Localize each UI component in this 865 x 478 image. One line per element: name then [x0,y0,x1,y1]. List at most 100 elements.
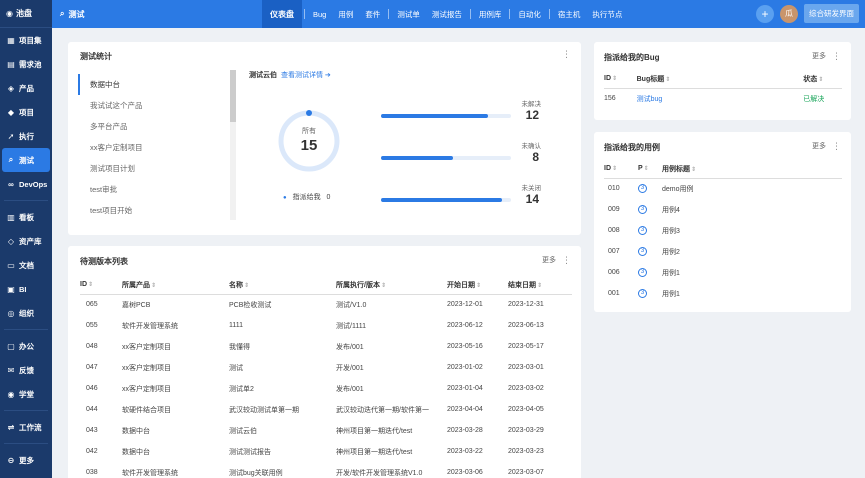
card-menu-icon[interactable]: ⋮ [832,51,841,62]
case-title-link[interactable]: demo用例 [662,186,694,193]
card-menu-icon[interactable]: ⋮ [562,255,571,266]
sort-icon[interactable]: ⇕ [244,283,249,289]
switch-view-button[interactable]: 综合研发界面 [804,4,859,23]
sidebar-item-15[interactable]: ⇌ 工作流 [0,415,52,439]
table-row[interactable]: 044 软硬件结合项目 武汉较动测试单第一期 武汉较动迭代第一期/软件第一 2023-0… [80,399,572,420]
tab-2[interactable]: 用例 [332,0,359,28]
sidebar-item-7[interactable]: ▥ 看板 [0,205,52,229]
column-header[interactable]: 用例标题⇕ [662,160,842,179]
table-row[interactable]: 042 数据中台 测试测试报告 神州项目第一期迭代/test 2023-03-22 202… [80,441,572,462]
bug-title-link[interactable]: 测试bug [637,96,663,103]
table-row[interactable]: 156 测试bug 已解决 [604,88,842,109]
table-row[interactable]: 009 3 用例4 [604,199,842,220]
table-row[interactable]: 048 xx客户定制项目 我懂得 发布/001 2023-05-16 2023-05-17 [80,336,572,357]
sort-icon[interactable]: ⇕ [612,76,617,82]
tab-1[interactable]: Bug [307,0,332,28]
product-list-item[interactable]: xx客户定制项目 [78,137,228,158]
sort-icon[interactable]: ⇕ [612,166,617,172]
sidebar-item-6[interactable]: ∞ DevOps [0,172,52,196]
sort-icon[interactable]: ⇕ [691,167,696,173]
sidebar-item-9[interactable]: ▭ 文档 [0,253,52,277]
sidebar-item-11[interactable]: ◎ 组织 [0,301,52,325]
sort-icon[interactable]: ⇕ [151,283,156,289]
more-link[interactable]: 更多 [542,255,556,266]
sidebar-item-10[interactable]: ▣ BI [0,277,52,301]
tab-7[interactable]: 自动化 [512,0,547,28]
case-title-link[interactable]: 用例1 [662,291,680,298]
column-header[interactable]: ID⇕ [80,276,122,295]
column-header[interactable]: Bug标题⇕ [636,70,804,89]
sidebar-item-5[interactable]: ⌕ 测试 [2,148,50,172]
search-icon: ⌕ [60,9,65,18]
case-title-link[interactable]: 用例2 [662,249,680,256]
column-header[interactable]: ID⇕ [604,160,638,179]
column-header[interactable]: P⇕ [638,160,662,179]
product-list-item[interactable]: 数据中台 [78,74,228,95]
case-title-link[interactable]: 用例4 [662,207,680,214]
tab-0[interactable]: 仪表盘 [262,0,302,28]
product-icon: ◈ [7,83,15,93]
sidebar-item-0[interactable]: ▦ 项目集 [0,28,52,52]
sidebar-item-1[interactable]: ▤ 需求池 [0,52,52,76]
view-details-link[interactable]: 查看测试详情 ➔ [281,72,331,79]
sidebar-logo[interactable]: ◉ 池盘 [0,0,52,28]
tab-8[interactable]: 宿主机 [552,0,587,28]
tab-9[interactable]: 执行节点 [586,0,628,28]
sort-icon[interactable]: ⇕ [381,283,386,289]
sidebar-item-4[interactable]: ➚ 执行 [0,124,52,148]
table-row[interactable]: 043 数据中台 测试云伯 神州项目第一期迭代/test 2023-03-28 2023-… [80,420,572,441]
sort-icon[interactable]: ⇕ [476,283,481,289]
product-list-item[interactable]: 我试试这个产品 [78,95,228,116]
more-link[interactable]: 更多 [812,51,826,62]
sidebar-item-3[interactable]: ◆ 项目 [0,100,52,124]
sort-icon[interactable]: ⇕ [818,77,823,83]
sort-icon[interactable]: ⇕ [644,166,649,172]
card-menu-icon[interactable]: ⋮ [832,141,841,152]
more-icon: ⊖ [7,455,15,465]
product-list-scrollbar[interactable] [230,70,236,220]
column-header[interactable]: 状态⇕ [803,70,842,89]
more-link[interactable]: 更多 [812,141,826,152]
scrollbar-thumb[interactable] [230,70,236,122]
product-list-item[interactable]: 测试项目计划 [78,158,228,179]
sidebar-item-label: 文档 [19,260,34,270]
table-row[interactable]: 010 3 demo用例 [604,178,842,199]
sort-icon[interactable]: ⇕ [665,77,670,83]
table-row[interactable]: 047 xx客户定制项目 测试 开发/001 2023-01-02 2023-03-01 [80,357,572,378]
column-header[interactable]: 结束日期⇕ [508,276,572,295]
sidebar-item-12[interactable]: ▢ 办公 [0,334,52,358]
sidebar-item-14[interactable]: ◉ 学堂 [0,382,52,406]
add-button[interactable]: + [756,4,774,23]
column-header[interactable]: 所属产品⇕ [122,276,229,295]
tab-4[interactable]: 测试单 [391,0,426,28]
table-row[interactable]: 008 3 用例3 [604,220,842,241]
table-row[interactable]: 007 3 用例2 [604,241,842,262]
table-row[interactable]: 038 软件开发管理系统 测试bug关联用例 开发/软件开发管理系统V1.0 2023-… [80,462,572,478]
table-row[interactable]: 065 嘉树PCB PCB检收测试 测试/V1.0 2023-12-01 2023-12-… [80,294,572,315]
table-row[interactable]: 001 3 用例1 [604,283,842,304]
sidebar-item-16[interactable]: ⊖ 更多 [0,448,52,472]
product-list-item[interactable]: 多平台产品 [78,116,228,137]
sidebar-item-2[interactable]: ◈ 产品 [0,76,52,100]
product-list-item[interactable]: test项目开始 [78,200,228,221]
table-row[interactable]: 046 xx客户定制项目 测试单2 发布/001 2023-01-04 2023-03-0… [80,378,572,399]
sort-icon[interactable]: ⇕ [537,283,542,289]
sidebar-item-13[interactable]: ✉ 反馈 [0,358,52,382]
case-title-link[interactable]: 用例1 [662,270,680,277]
card-menu-icon[interactable]: ⋮ [562,49,571,60]
column-header[interactable]: 开始日期⇕ [447,276,508,295]
tab-3[interactable]: 套件 [359,0,386,28]
table-row[interactable]: 006 3 用例1 [604,262,842,283]
tab-5[interactable]: 测试报告 [426,0,468,28]
avatar[interactable]: 瓜 [780,4,798,23]
devops-icon: ∞ [8,179,14,189]
sort-icon[interactable]: ⇕ [88,282,93,288]
column-header[interactable]: ID⇕ [604,70,637,89]
product-list-item[interactable]: test审批 [78,179,228,200]
tab-6[interactable]: 用例库 [473,0,508,28]
case-title-link[interactable]: 用例3 [662,228,680,235]
sidebar-item-8[interactable]: ◇ 资产库 [0,229,52,253]
column-header[interactable]: 名称⇕ [229,276,336,295]
column-header[interactable]: 所属执行/版本⇕ [336,276,447,295]
table-row[interactable]: 055 软件开发管理系统 1111 测试/1111 2023-06-12 2023-06-… [80,315,572,336]
